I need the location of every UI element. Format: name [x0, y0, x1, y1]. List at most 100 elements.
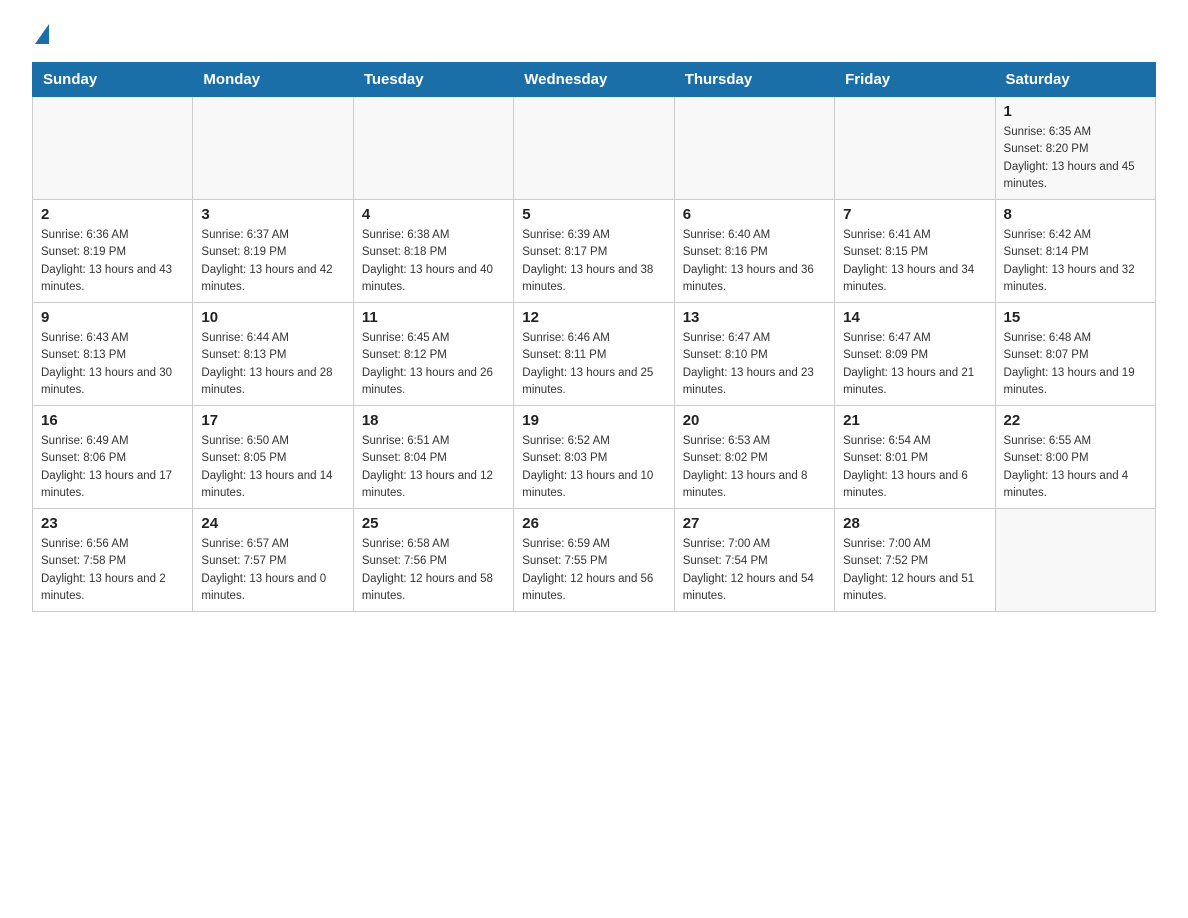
day-info: Sunrise: 6:35 AM Sunset: 8:20 PM Dayligh… [1004, 124, 1147, 193]
day-info: Sunrise: 6:49 AM Sunset: 8:06 PM Dayligh… [41, 433, 184, 502]
calendar-header-row: SundayMondayTuesdayWednesdayThursdayFrid… [33, 63, 1156, 97]
calendar-cell: 10 Sunrise: 6:44 AM Sunset: 8:13 PM Dayli… [193, 303, 353, 406]
day-number: 3 [201, 206, 344, 223]
calendar-cell [193, 97, 353, 200]
day-number: 18 [362, 412, 505, 429]
calendar-cell: 27 Sunrise: 7:00 AM Sunset: 7:54 PM Dayli… [674, 509, 834, 612]
calendar-cell: 20 Sunrise: 6:53 AM Sunset: 8:02 PM Dayli… [674, 406, 834, 509]
column-header-monday: Monday [193, 63, 353, 97]
calendar-cell: 18 Sunrise: 6:51 AM Sunset: 8:04 PM Dayli… [353, 406, 513, 509]
day-info: Sunrise: 6:38 AM Sunset: 8:18 PM Dayligh… [362, 227, 505, 296]
calendar-week-row: 1 Sunrise: 6:35 AM Sunset: 8:20 PM Daylig… [33, 97, 1156, 200]
day-number: 6 [683, 206, 826, 223]
day-number: 25 [362, 515, 505, 532]
calendar-week-row: 2 Sunrise: 6:36 AM Sunset: 8:19 PM Daylig… [33, 200, 1156, 303]
day-number: 24 [201, 515, 344, 532]
calendar-cell [995, 509, 1155, 612]
calendar-cell: 8Sunrise: 6:42 AM Sunset: 8:14 PM Daylig… [995, 200, 1155, 303]
calendar-week-row: 16 Sunrise: 6:49 AM Sunset: 8:06 PM Dayli… [33, 406, 1156, 509]
day-info: Sunrise: 6:48 AM Sunset: 8:07 PM Dayligh… [1004, 330, 1147, 399]
day-info: Sunrise: 6:47 AM Sunset: 8:10 PM Dayligh… [683, 330, 826, 399]
day-number: 1 [1004, 103, 1147, 120]
day-info: Sunrise: 7:00 AM Sunset: 7:52 PM Dayligh… [843, 536, 986, 605]
day-info: Sunrise: 6:43 AM Sunset: 8:13 PM Dayligh… [41, 330, 184, 399]
day-number: 20 [683, 412, 826, 429]
day-number: 9 [41, 309, 184, 326]
calendar-cell: 28 Sunrise: 7:00 AM Sunset: 7:52 PM Dayli… [835, 509, 995, 612]
day-number: 21 [843, 412, 986, 429]
calendar-cell: 13 Sunrise: 6:47 AM Sunset: 8:10 PM Dayli… [674, 303, 834, 406]
day-number: 22 [1004, 412, 1147, 429]
day-info: Sunrise: 6:41 AM Sunset: 8:15 PM Dayligh… [843, 227, 986, 296]
calendar-cell: 15 Sunrise: 6:48 AM Sunset: 8:07 PM Dayli… [995, 303, 1155, 406]
day-info: Sunrise: 6:39 AM Sunset: 8:17 PM Dayligh… [522, 227, 665, 296]
calendar-cell [674, 97, 834, 200]
calendar-cell: 26 Sunrise: 6:59 AM Sunset: 7:55 PM Dayli… [514, 509, 674, 612]
day-info: Sunrise: 6:54 AM Sunset: 8:01 PM Dayligh… [843, 433, 986, 502]
day-info: Sunrise: 6:51 AM Sunset: 8:04 PM Dayligh… [362, 433, 505, 502]
day-number: 8 [1004, 206, 1147, 223]
day-info: Sunrise: 6:59 AM Sunset: 7:55 PM Dayligh… [522, 536, 665, 605]
calendar-cell: 21 Sunrise: 6:54 AM Sunset: 8:01 PM Dayli… [835, 406, 995, 509]
day-info: Sunrise: 7:00 AM Sunset: 7:54 PM Dayligh… [683, 536, 826, 605]
day-number: 10 [201, 309, 344, 326]
day-info: Sunrise: 6:36 AM Sunset: 8:19 PM Dayligh… [41, 227, 184, 296]
day-info: Sunrise: 6:58 AM Sunset: 7:56 PM Dayligh… [362, 536, 505, 605]
calendar-cell: 5 Sunrise: 6:39 AM Sunset: 8:17 PM Daylig… [514, 200, 674, 303]
column-header-thursday: Thursday [674, 63, 834, 97]
day-number: 4 [362, 206, 505, 223]
calendar-cell: 3 Sunrise: 6:37 AM Sunset: 8:19 PM Daylig… [193, 200, 353, 303]
calendar-table: SundayMondayTuesdayWednesdayThursdayFrid… [32, 62, 1156, 612]
column-header-tuesday: Tuesday [353, 63, 513, 97]
day-info: Sunrise: 6:44 AM Sunset: 8:13 PM Dayligh… [201, 330, 344, 399]
day-info: Sunrise: 6:45 AM Sunset: 8:12 PM Dayligh… [362, 330, 505, 399]
calendar-cell: 16 Sunrise: 6:49 AM Sunset: 8:06 PM Dayli… [33, 406, 193, 509]
day-info: Sunrise: 6:46 AM Sunset: 8:11 PM Dayligh… [522, 330, 665, 399]
day-number: 16 [41, 412, 184, 429]
calendar-cell: 2 Sunrise: 6:36 AM Sunset: 8:19 PM Daylig… [33, 200, 193, 303]
day-number: 12 [522, 309, 665, 326]
calendar-cell: 14 Sunrise: 6:47 AM Sunset: 8:09 PM Dayli… [835, 303, 995, 406]
day-number: 14 [843, 309, 986, 326]
day-number: 27 [683, 515, 826, 532]
calendar-cell: 12 Sunrise: 6:46 AM Sunset: 8:11 PM Dayli… [514, 303, 674, 406]
day-info: Sunrise: 6:56 AM Sunset: 7:58 PM Dayligh… [41, 536, 184, 605]
calendar-cell: 17Sunrise: 6:50 AM Sunset: 8:05 PM Dayli… [193, 406, 353, 509]
calendar-cell [835, 97, 995, 200]
column-header-wednesday: Wednesday [514, 63, 674, 97]
calendar-cell: 25 Sunrise: 6:58 AM Sunset: 7:56 PM Dayli… [353, 509, 513, 612]
column-header-friday: Friday [835, 63, 995, 97]
day-number: 5 [522, 206, 665, 223]
column-header-sunday: Sunday [33, 63, 193, 97]
day-info: Sunrise: 6:57 AM Sunset: 7:57 PM Dayligh… [201, 536, 344, 605]
day-number: 7 [843, 206, 986, 223]
day-number: 26 [522, 515, 665, 532]
calendar-cell [33, 97, 193, 200]
calendar-cell: 22 Sunrise: 6:55 AM Sunset: 8:00 PM Dayli… [995, 406, 1155, 509]
calendar-cell [514, 97, 674, 200]
logo [32, 24, 49, 46]
day-info: Sunrise: 6:47 AM Sunset: 8:09 PM Dayligh… [843, 330, 986, 399]
day-info: Sunrise: 6:55 AM Sunset: 8:00 PM Dayligh… [1004, 433, 1147, 502]
page-header [32, 24, 1156, 46]
calendar-cell: 7 Sunrise: 6:41 AM Sunset: 8:15 PM Daylig… [835, 200, 995, 303]
calendar-cell: 9 Sunrise: 6:43 AM Sunset: 8:13 PM Daylig… [33, 303, 193, 406]
day-number: 15 [1004, 309, 1147, 326]
day-number: 13 [683, 309, 826, 326]
logo-triangle-icon [35, 24, 49, 44]
day-info: Sunrise: 6:37 AM Sunset: 8:19 PM Dayligh… [201, 227, 344, 296]
calendar-cell: 24 Sunrise: 6:57 AM Sunset: 7:57 PM Dayli… [193, 509, 353, 612]
column-header-saturday: Saturday [995, 63, 1155, 97]
calendar-cell: 19 Sunrise: 6:52 AM Sunset: 8:03 PM Dayli… [514, 406, 674, 509]
calendar-cell: 4 Sunrise: 6:38 AM Sunset: 8:18 PM Daylig… [353, 200, 513, 303]
day-number: 28 [843, 515, 986, 532]
day-number: 19 [522, 412, 665, 429]
day-info: Sunrise: 6:52 AM Sunset: 8:03 PM Dayligh… [522, 433, 665, 502]
day-number: 2 [41, 206, 184, 223]
calendar-week-row: 23Sunrise: 6:56 AM Sunset: 7:58 PM Dayli… [33, 509, 1156, 612]
day-info: Sunrise: 6:53 AM Sunset: 8:02 PM Dayligh… [683, 433, 826, 502]
calendar-cell: 1 Sunrise: 6:35 AM Sunset: 8:20 PM Daylig… [995, 97, 1155, 200]
calendar-cell: 23Sunrise: 6:56 AM Sunset: 7:58 PM Dayli… [33, 509, 193, 612]
day-info: Sunrise: 6:40 AM Sunset: 8:16 PM Dayligh… [683, 227, 826, 296]
day-info: Sunrise: 6:50 AM Sunset: 8:05 PM Dayligh… [201, 433, 344, 502]
